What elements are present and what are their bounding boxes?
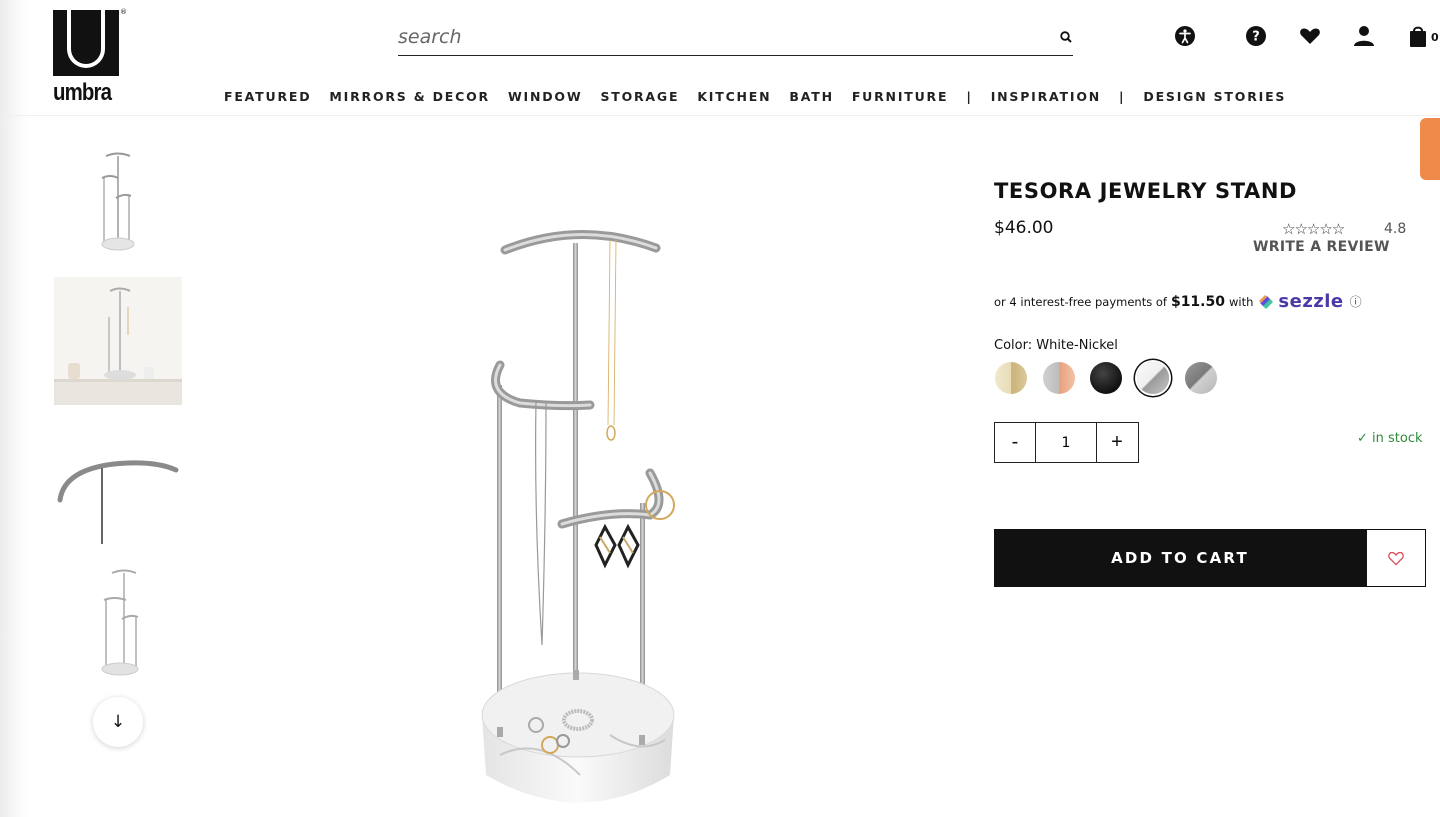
header-divider [0,115,1440,116]
product-price: $46.00 [994,218,1054,238]
rating-stars[interactable]: ☆☆☆☆☆ [1282,220,1345,238]
sezzle-mark-icon [1259,294,1274,309]
help-icon[interactable]: ? [1244,24,1268,48]
installments-prefix: or 4 interest-free payments of [994,294,1167,309]
stock-status-label: in stock [1372,431,1423,446]
sezzle-installments: or 4 interest-free payments of $11.50 wi… [994,291,1362,312]
nav-inspiration[interactable]: INSPIRATION [991,89,1101,104]
quantity-decrease-button[interactable]: - [995,423,1035,462]
heart-outline-icon [1388,551,1404,566]
quantity-input[interactable] [1035,423,1097,462]
search-bar [398,20,1073,56]
swatch-copper[interactable] [1043,362,1075,394]
info-icon[interactable]: ⓘ [1350,293,1362,310]
rating-value: 4.8 [1384,221,1407,237]
account-icon[interactable] [1352,24,1376,48]
main-nav: FEATURED MIRRORS & DECOR WINDOW STORAGE … [224,89,1304,104]
feedback-side-tab[interactable] [1420,118,1440,180]
cart-count-badge: 0 [1431,31,1439,44]
nav-mirrors-decor[interactable]: MIRRORS & DECOR [329,89,490,104]
search-input[interactable] [398,20,1038,54]
logo-mark [53,10,119,76]
nav-featured[interactable]: FEATURED [224,89,311,104]
installments-amount: $11.50 [1170,293,1225,310]
checkmark-icon: ✓ [1357,431,1368,446]
swatch-white-nickel[interactable] [1137,362,1169,394]
umbra-logo[interactable] [53,10,123,76]
search-icon[interactable] [1059,29,1073,43]
product-thumbnail[interactable] [54,565,182,680]
sezzle-logo: sezzle [1257,291,1343,312]
heart-icon[interactable] [1298,24,1322,48]
product-thumbnail[interactable] [54,148,182,254]
stock-status: ✓ in stock [1357,431,1423,446]
nav-storage[interactable]: STORAGE [600,89,679,104]
nav-furniture[interactable]: FURNITURE [852,89,948,104]
product-thumbnail[interactable] [54,277,182,405]
sezzle-wordmark: sezzle [1278,291,1344,312]
svg-text:?: ? [1252,30,1260,45]
thumbnail-scroll-down-button[interactable]: ↓ [93,697,143,747]
write-review-link[interactable]: WRITE A REVIEW [1253,239,1390,255]
accessibility-icon[interactable] [1173,24,1197,48]
nav-kitchen[interactable]: KITCHEN [697,89,771,104]
nav-bath[interactable]: BATH [789,89,833,104]
product-thumbnail[interactable] [54,440,182,550]
shopping-bag-icon[interactable] [1406,24,1430,48]
product-title: TESORA JEWELRY STAND [994,179,1298,203]
quantity-increase-button[interactable]: + [1097,423,1137,462]
logo-wordmark[interactable]: umbra [53,79,112,107]
nav-window[interactable]: WINDOW [508,89,583,104]
page-left-shade [0,0,28,817]
main-product-image[interactable] [460,215,700,817]
nav-separator: | [1119,89,1126,104]
color-label: Color: White-Nickel [994,338,1118,353]
add-to-cart-button[interactable]: ADD TO CART [994,529,1366,587]
installments-with: with [1228,294,1254,309]
logo-registered-mark: ® [120,8,127,16]
swatch-brass[interactable] [995,362,1027,394]
add-to-wishlist-button[interactable] [1366,529,1426,587]
nav-separator: | [966,89,973,104]
swatch-nickel[interactable] [1185,362,1217,394]
arrow-down-icon: ↓ [110,712,126,732]
quantity-stepper: - + [994,422,1139,463]
nav-design-stories[interactable]: DESIGN STORIES [1143,89,1286,104]
swatch-black[interactable] [1090,362,1122,394]
